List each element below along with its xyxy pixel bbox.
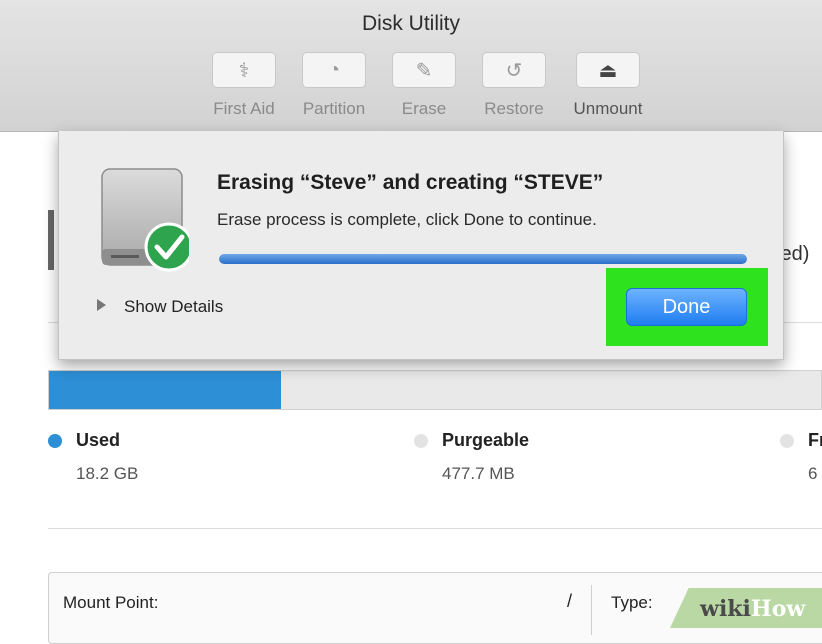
erase-icon[interactable]: ✎ (392, 52, 456, 88)
erase-tool[interactable]: ✎ Erase (388, 52, 460, 119)
type-label: Type: (611, 593, 653, 612)
restore-icon[interactable]: ↺ (482, 52, 546, 88)
unmount-label: Unmount (573, 99, 643, 118)
first-aid-label: First Aid (213, 99, 275, 118)
used-label: Used (76, 430, 121, 450)
purgeable-label: Purgeable (442, 430, 530, 450)
free-label: Fr (808, 430, 822, 450)
first-aid-tool[interactable]: ⚕ First Aid (208, 52, 280, 119)
stethoscope-icon[interactable]: ⚕ (212, 52, 276, 88)
unmount-tool[interactable]: ⏏ Unmount (572, 52, 644, 119)
partition-icon[interactable]: ◔ (302, 52, 366, 88)
volume-icon-edge (48, 210, 54, 270)
erase-progress-bar (219, 254, 747, 264)
progress-fill (219, 254, 747, 264)
storage-usage-bar (48, 370, 822, 410)
used-value: 18.2 GB (76, 464, 139, 483)
restore-label: Restore (484, 99, 544, 118)
usage-used-segment (49, 371, 281, 409)
free-dot-icon (780, 434, 794, 448)
wikihow-watermark: wikiHow (700, 596, 805, 622)
erase-label: Erase (401, 99, 447, 118)
show-details-toggle[interactable]: Show Details (97, 297, 223, 317)
disclosure-triangle-icon[interactable] (97, 299, 106, 311)
free-value: 6 (808, 464, 818, 483)
done-button[interactable]: Done (626, 288, 747, 326)
mount-point-label: Mount Point: (63, 593, 159, 612)
partition-label: Partition (302, 99, 366, 118)
info-divider (591, 585, 592, 635)
dialog-message: Erase process is complete, click Done to… (217, 210, 597, 229)
unmount-icon[interactable]: ⏏ (576, 52, 640, 88)
window-title: Disk Utility (362, 12, 460, 35)
watermark-part1: wiki (700, 596, 751, 622)
partition-tool[interactable]: ◔ Partition (298, 52, 370, 119)
show-details-label[interactable]: Show Details (124, 297, 223, 316)
mount-point-value: / (567, 591, 573, 611)
drive-checkmark-icon (101, 168, 189, 272)
used-dot-icon (48, 434, 62, 448)
purgeable-value: 477.7 MB (442, 464, 515, 483)
toolbar: Disk Utility ⚕ First Aid ◔ Partition ✎ E… (0, 0, 822, 132)
dialog-title: Erasing “Steve” and creating “STEVE” (217, 171, 604, 194)
section-divider (48, 528, 822, 529)
purgeable-dot-icon (414, 434, 428, 448)
watermark-part2: How (750, 596, 806, 622)
restore-tool[interactable]: ↺ Restore (478, 52, 550, 119)
